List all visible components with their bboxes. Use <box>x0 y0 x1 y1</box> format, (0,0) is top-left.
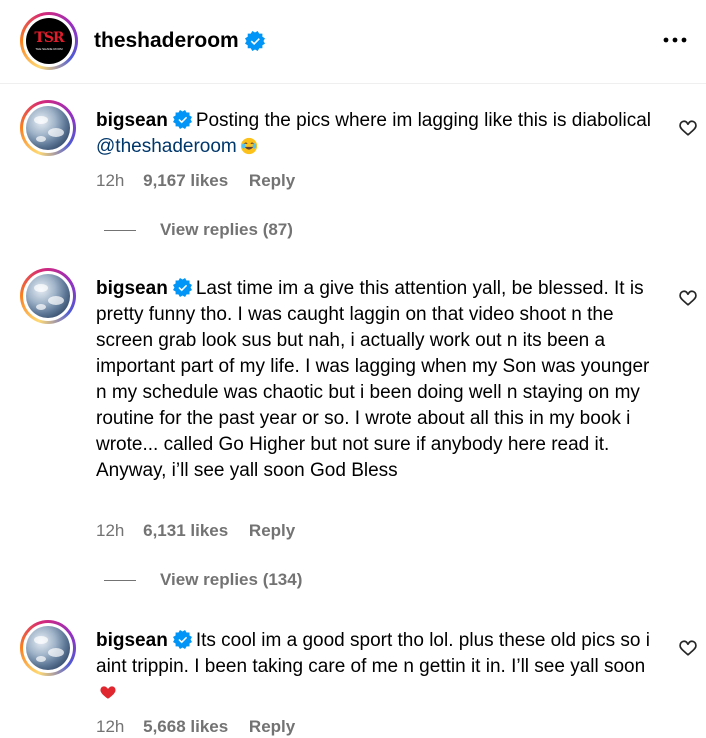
like-heart-icon[interactable] <box>678 118 698 138</box>
commenter-avatar[interactable] <box>20 100 76 156</box>
commenter-avatar[interactable] <box>20 620 76 676</box>
replies-divider <box>104 229 136 231</box>
comment-meta: 12h 9,167 likes Reply <box>96 170 295 192</box>
logo-subtext: THE SHADE ROOM <box>35 47 63 51</box>
more-horizontal-icon[interactable] <box>660 30 690 50</box>
joy-emoji-icon <box>240 137 257 155</box>
tsr-logo: TSR THE SHADE ROOM <box>26 18 72 64</box>
logo-text: TSR <box>34 30 64 46</box>
post-header: TSR THE SHADE ROOM theshaderoom <box>0 0 706 84</box>
comment-body: bigsean Posting the pics where im lagging… <box>96 108 666 160</box>
comment-username[interactable]: bigsean <box>96 278 168 299</box>
comment-text: Posting the pics where im lagging like t… <box>195 110 651 131</box>
comment-username[interactable]: bigsean <box>96 630 168 651</box>
red-heart-emoji-icon <box>100 686 116 699</box>
comment-username[interactable]: bigsean <box>96 110 168 131</box>
commenter-avatar[interactable] <box>20 268 76 324</box>
like-heart-icon[interactable] <box>678 288 698 308</box>
comment-body: bigsean Last time im a give this attentio… <box>96 276 662 484</box>
earth-avatar-image <box>26 274 70 318</box>
comment-time[interactable]: 12h <box>96 717 124 736</box>
verified-badge-icon <box>172 630 192 649</box>
post-author-avatar[interactable]: TSR THE SHADE ROOM <box>20 12 78 70</box>
view-replies-label[interactable]: View replies (87) <box>160 220 293 240</box>
like-heart-icon[interactable] <box>678 638 698 658</box>
reply-button[interactable]: Reply <box>249 171 295 190</box>
reply-button[interactable]: Reply <box>249 717 295 736</box>
comment-time[interactable]: 12h <box>96 521 124 540</box>
comment-text: Last time im a give this attention yall,… <box>96 278 650 481</box>
reply-button[interactable]: Reply <box>249 521 295 540</box>
comment-likes[interactable]: 6,131 likes <box>143 521 228 540</box>
comment-likes[interactable]: 5,668 likes <box>143 717 228 736</box>
view-replies-label[interactable]: View replies (134) <box>160 570 302 590</box>
verified-badge-icon <box>172 110 192 129</box>
verified-badge-icon <box>244 31 265 51</box>
verified-badge-icon <box>172 278 192 297</box>
replies-divider <box>104 579 136 581</box>
comment-likes[interactable]: 9,167 likes <box>143 171 228 190</box>
comment-meta: 12h 6,131 likes Reply <box>96 520 295 542</box>
view-replies-button[interactable]: View replies (134) <box>104 570 302 590</box>
view-replies-button[interactable]: View replies (87) <box>104 220 293 240</box>
earth-avatar-image <box>26 626 70 670</box>
earth-avatar-image <box>26 106 70 150</box>
post-author-name[interactable]: theshaderoom <box>94 28 239 54</box>
mention-link[interactable]: @theshaderoom <box>96 136 237 157</box>
comment-time[interactable]: 12h <box>96 171 124 190</box>
comment-body: bigsean Its cool im a good sport tho lol.… <box>96 628 666 706</box>
comment-meta: 12h 5,668 likes Reply <box>96 716 295 738</box>
post-author-username[interactable]: theshaderoom <box>94 28 265 54</box>
